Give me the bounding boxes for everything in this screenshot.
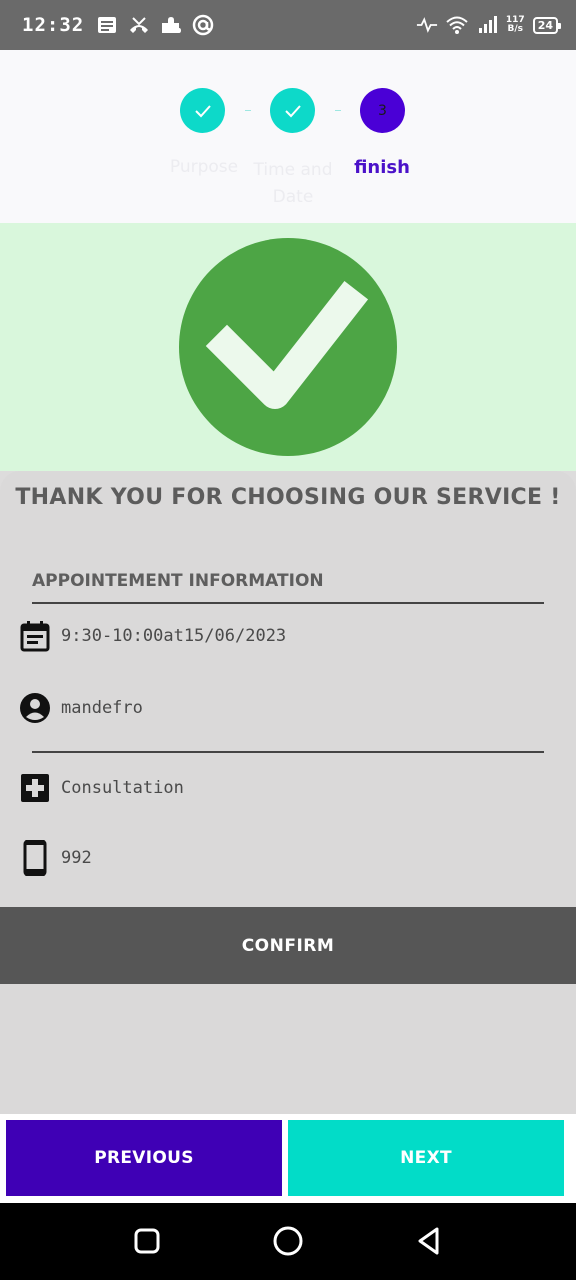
step-3-label: finish — [354, 157, 410, 178]
progress-stepper: 3 Purpose Time and Date finish — [0, 50, 576, 223]
step-2-label: Time and Date — [253, 160, 333, 207]
divider — [32, 751, 544, 753]
service-text: Consultation — [61, 778, 184, 798]
phone-row: 992 — [18, 840, 92, 876]
step-2-circle[interactable] — [270, 88, 315, 133]
signal-icon — [476, 14, 498, 36]
home-icon[interactable] — [270, 1223, 306, 1259]
network-speed: 117 B/s — [505, 15, 525, 34]
step-connector — [245, 110, 251, 111]
appointment-info-title: APPOINTEMENT INFORMATION — [32, 571, 324, 591]
puzzle-icon — [160, 14, 182, 36]
appointment-time-row: 9:30-10:00at15/06/2023 — [18, 619, 286, 653]
system-nav-bar — [0, 1203, 576, 1280]
step-1-circle[interactable] — [180, 88, 225, 133]
wifi-icon — [446, 14, 468, 36]
success-check-icon — [179, 238, 397, 456]
success-hero — [0, 223, 576, 471]
activity-icon — [416, 14, 438, 36]
message-icon — [96, 14, 118, 36]
step-3-circle[interactable]: 3 — [360, 88, 405, 133]
patient-name-row: mandefro — [18, 691, 143, 725]
step-connector — [335, 110, 341, 111]
patient-name-text: mandefro — [61, 698, 143, 718]
next-button[interactable]: NEXT — [288, 1120, 564, 1196]
phone-text: 992 — [61, 848, 92, 868]
phone-icon — [18, 840, 52, 876]
step-1-label: Purpose — [169, 157, 239, 177]
status-time: 12:32 — [22, 14, 85, 36]
account-circle-icon — [18, 691, 52, 725]
recents-icon[interactable] — [129, 1223, 165, 1259]
status-bar: 12:32 117 B/s 24 — [0, 0, 576, 50]
appointment-card: THANK YOU FOR CHOOSING OUR SERVICE ! APP… — [0, 471, 576, 1114]
at-sign-icon — [192, 14, 214, 36]
back-icon[interactable] — [411, 1223, 447, 1259]
medical-plus-icon — [18, 771, 52, 805]
service-row: Consultation — [18, 771, 184, 805]
confirm-button[interactable]: CONFIRM — [0, 907, 576, 984]
divider — [32, 602, 544, 604]
calendar-icon — [18, 619, 52, 653]
check-icon — [284, 104, 301, 117]
battery-icon: 24 — [532, 16, 562, 34]
missed-call-icon — [128, 14, 150, 36]
check-icon — [194, 104, 211, 117]
previous-button[interactable]: PREVIOUS — [6, 1120, 282, 1196]
thank-you-heading: THANK YOU FOR CHOOSING OUR SERVICE ! — [15, 485, 561, 510]
step-3-number: 3 — [378, 102, 387, 119]
appointment-time-text: 9:30-10:00at15/06/2023 — [61, 626, 287, 646]
